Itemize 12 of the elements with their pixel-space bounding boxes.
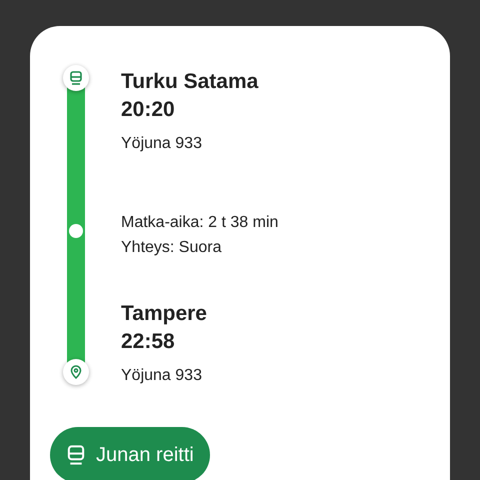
train-name: Yöjuna 933 [121, 366, 203, 386]
connection-type: Yhteys: Suora [121, 238, 222, 258]
location-pin-icon [63, 359, 89, 385]
train-route-button[interactable]: Junan reitti [50, 427, 210, 480]
station-name: Tampere [121, 301, 208, 327]
train-icon [66, 445, 86, 465]
departure-time: 20:20 [121, 97, 176, 123]
train-icon [63, 65, 89, 91]
arrival-time: 22:58 [121, 329, 176, 355]
train-name: Yöjuna 933 [121, 134, 203, 154]
station-name: Turku Satama [121, 69, 260, 95]
travel-duration: Matka-aika: 2 t 38 min [121, 213, 278, 233]
